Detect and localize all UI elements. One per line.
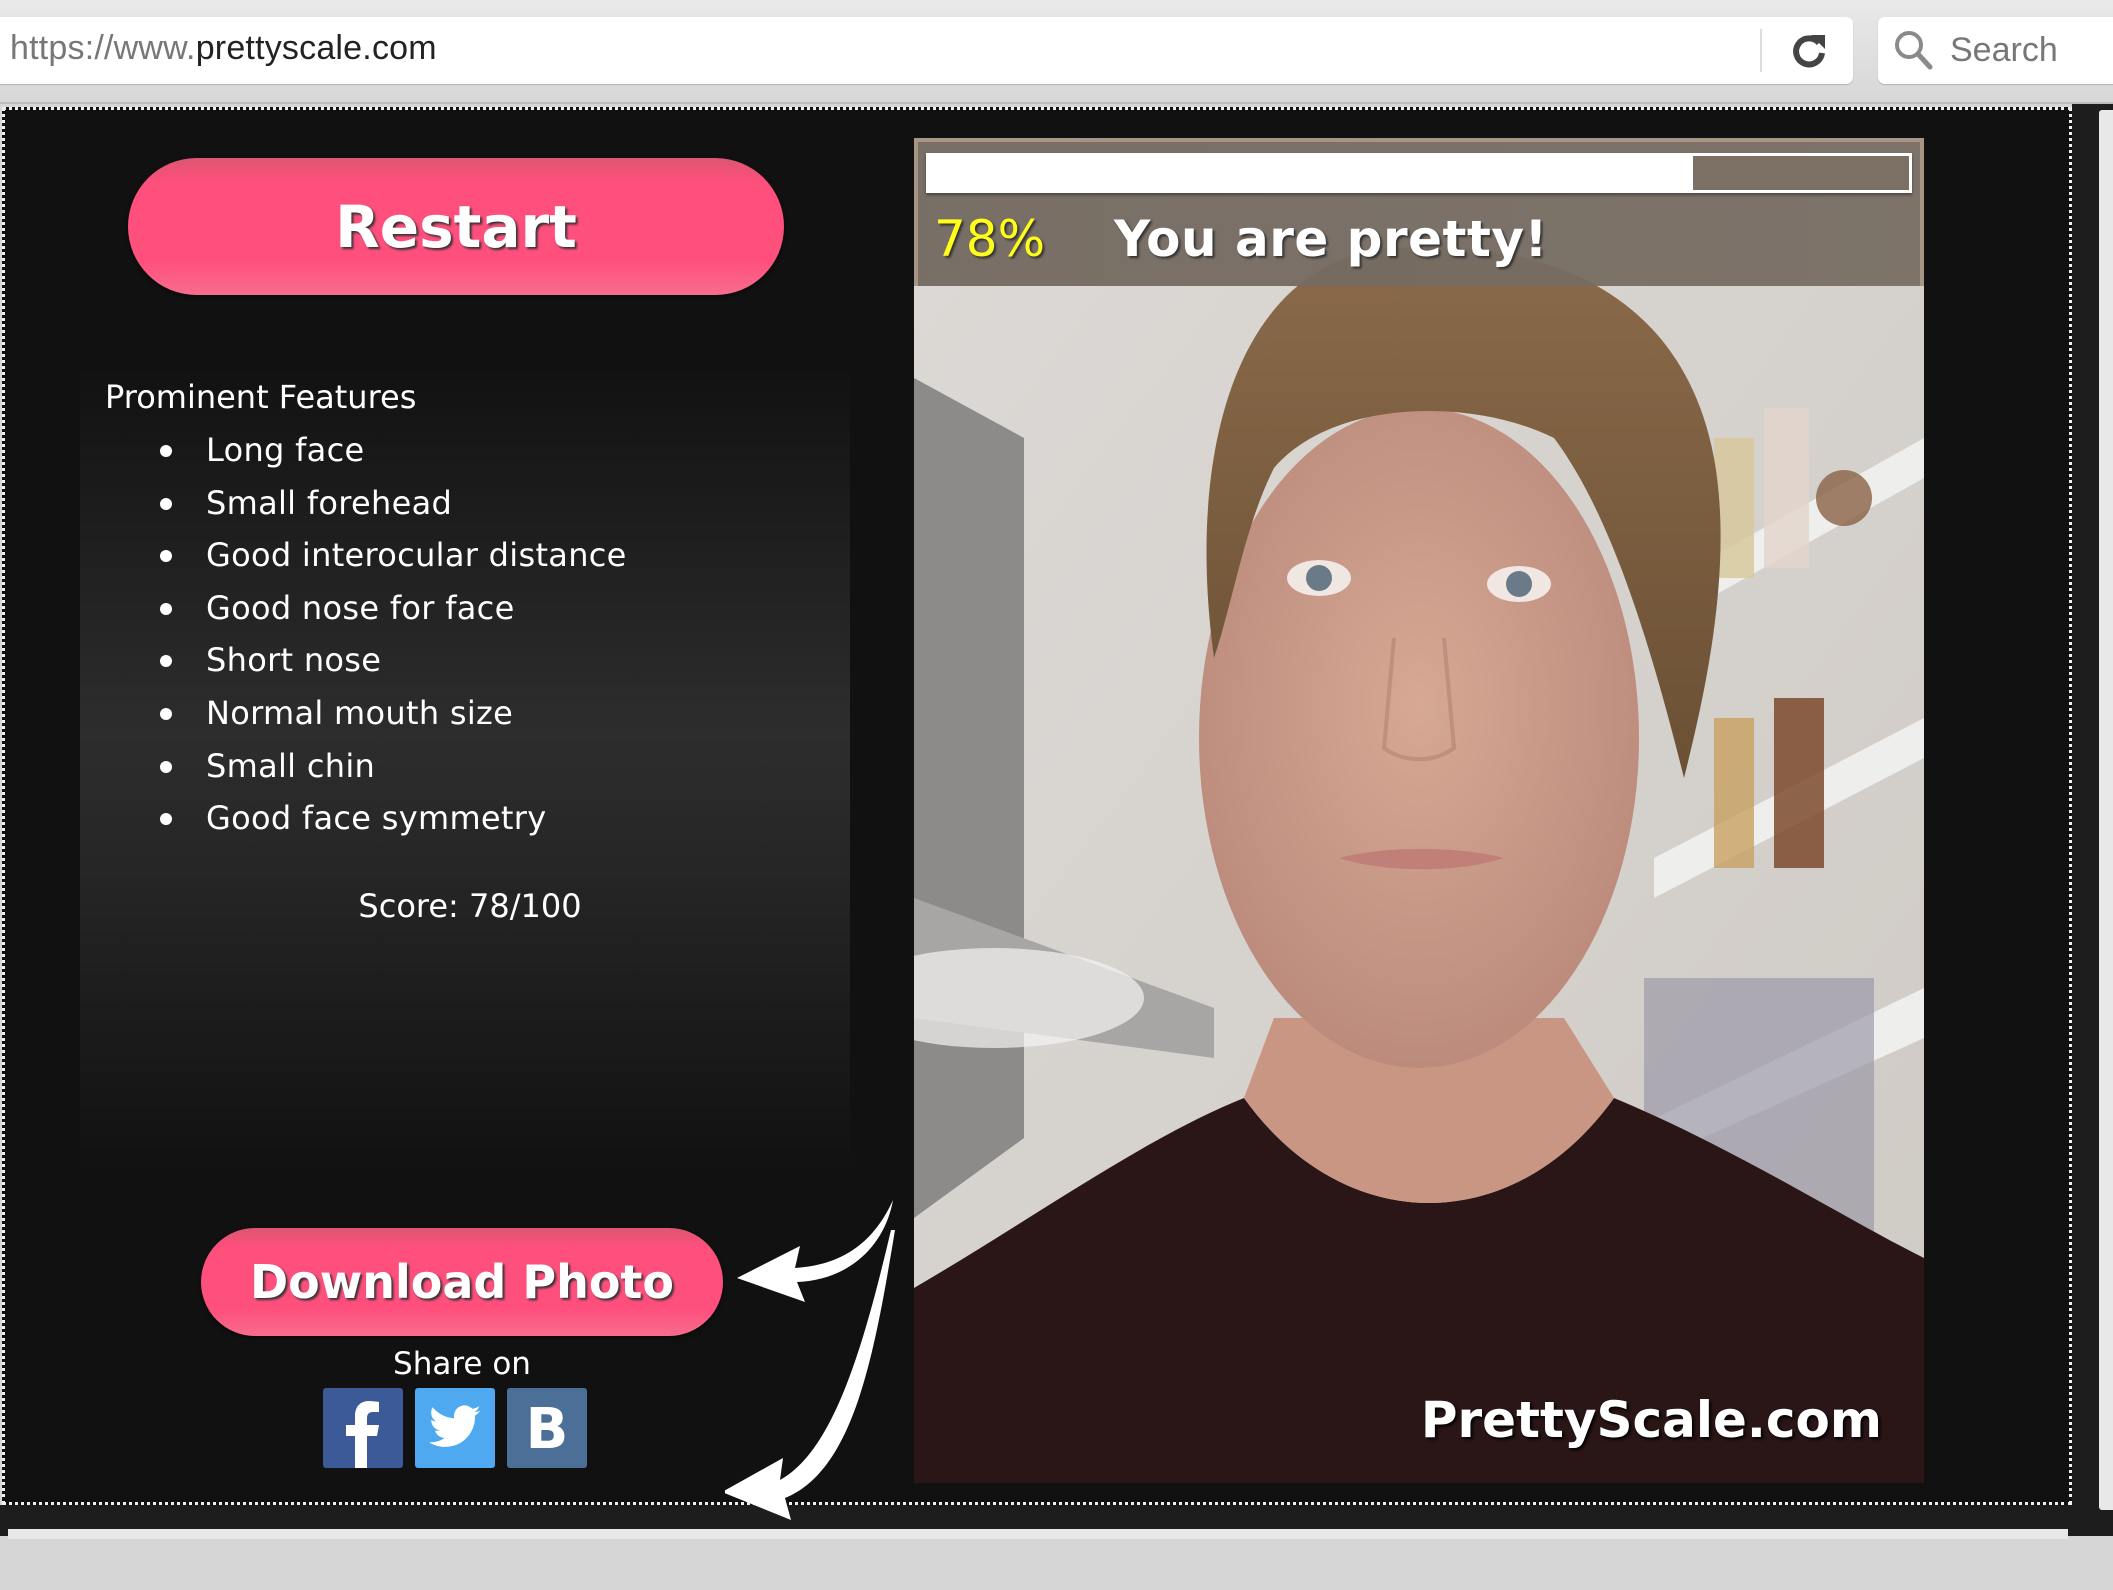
reload-button[interactable] (1785, 27, 1833, 75)
features-title: Prominent Features (105, 378, 417, 416)
feature-item: Small forehead (80, 477, 627, 530)
features-list: Long face Small forehead Good interocula… (80, 424, 627, 845)
score-progress-bar (926, 153, 1912, 193)
analyzed-photo: 78% You are pretty! PrettyScale.com (914, 138, 1924, 1483)
bullet-icon (160, 602, 172, 615)
address-bar[interactable]: https://www.prettyscale.com (0, 17, 1853, 84)
score-text: Score: 78/100 (358, 887, 582, 925)
search-box[interactable]: Search (1878, 17, 2113, 84)
page-scroll-strip (2072, 104, 2113, 1536)
reload-icon (1793, 35, 1825, 68)
url-text[interactable]: https://www.prettyscale.com (10, 29, 437, 68)
feature-text: Good face symmetry (206, 799, 547, 838)
page-bottom-strip (0, 1505, 2072, 1539)
browser-toolbar: https://www.prettyscale.com Search (0, 0, 2113, 104)
vk-icon: B (526, 1400, 569, 1456)
feature-item: Long face (80, 424, 627, 477)
feature-item: Good face symmetry (80, 792, 627, 845)
feature-text: Small forehead (206, 483, 453, 522)
svg-text:B: B (526, 1400, 569, 1456)
face-photo-image (914, 138, 1924, 1483)
facebook-icon (346, 1401, 379, 1468)
score-percent: 78% (934, 210, 1046, 268)
bullet-icon (160, 497, 172, 510)
search-icon (1895, 31, 1933, 70)
bullet-icon (160, 445, 172, 457)
feature-text: Normal mouth size (206, 693, 514, 732)
verdict-text: You are pretty! (1114, 210, 1548, 268)
result-overlay: 78% You are pretty! (914, 138, 1924, 286)
twitter-bird-icon (429, 1405, 481, 1447)
bullet-icon (160, 550, 172, 563)
search-placeholder: Search (1950, 31, 2058, 69)
feature-item: Normal mouth size (80, 687, 627, 740)
feature-text: Long face (206, 431, 365, 469)
url-host: prettyscale.com (195, 29, 437, 67)
bullet-icon (160, 655, 172, 668)
feature-item: Short nose (80, 634, 627, 687)
download-photo-button[interactable]: Download Photo (201, 1228, 723, 1336)
feature-text: Small chin (206, 746, 376, 785)
bullet-icon (160, 760, 172, 773)
url-scheme: https://www. (10, 29, 196, 67)
prettyscale-result-panel: Restart Prominent Features Long face Sma… (2, 107, 2072, 1520)
share-buttons: B (323, 1388, 587, 1468)
restart-button[interactable]: Restart (128, 158, 784, 295)
feature-item: Small chin (80, 740, 627, 793)
address-bar-divider (1760, 29, 1762, 72)
bullet-icon (160, 813, 172, 826)
share-facebook-button[interactable] (323, 1388, 403, 1468)
score-progress-fill (929, 156, 1694, 190)
share-twitter-button[interactable] (415, 1388, 495, 1468)
arrow-to-download-icon (737, 1200, 893, 1302)
feature-text: Good interocular distance (206, 536, 627, 575)
feature-item: Good interocular distance (80, 529, 627, 582)
pointer-arrows (725, 1200, 895, 1520)
feature-text: Short nose (206, 641, 382, 680)
share-vk-button[interactable]: B (507, 1388, 587, 1468)
bullet-icon (160, 707, 172, 720)
watermark-text: PrettyScale.com (1420, 1391, 1882, 1449)
share-label: Share on (393, 1346, 531, 1382)
feature-item: Good nose for face (80, 582, 627, 635)
features-panel: Prominent Features Long face Small foreh… (80, 372, 850, 1172)
feature-text: Good nose for face (206, 588, 515, 627)
